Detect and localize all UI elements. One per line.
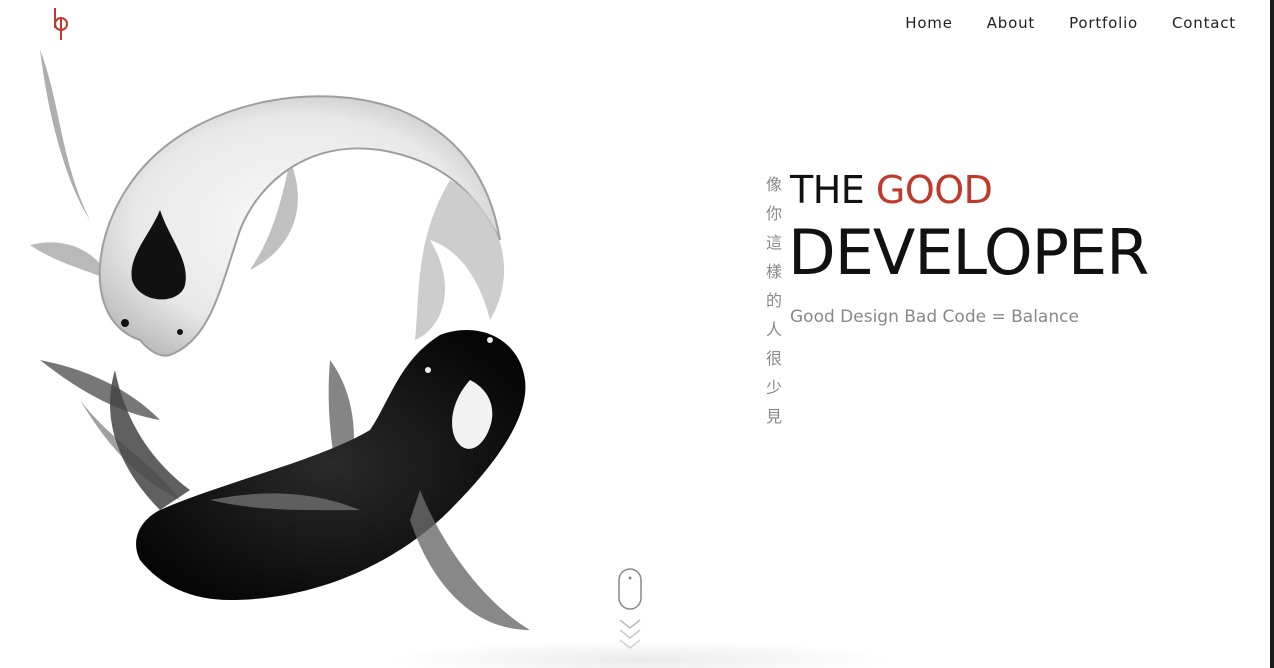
- headline-title: THE GOOD: [790, 168, 993, 212]
- bottom-shadow: [380, 640, 900, 668]
- koi-fish-illustration: [30, 50, 530, 630]
- vertical-tagline: 像你這樣的人很少見: [765, 175, 782, 426]
- nav-about[interactable]: About: [987, 14, 1035, 32]
- logo[interactable]: bp: [48, 6, 78, 42]
- nav-home[interactable]: Home: [905, 14, 953, 32]
- headline-accent: GOOD: [875, 168, 993, 212]
- nav-contact[interactable]: Contact: [1172, 14, 1236, 32]
- nav-portfolio[interactable]: Portfolio: [1069, 14, 1138, 32]
- main-nav: Home About Portfolio Contact: [905, 14, 1236, 32]
- tagline: Good Design Bad Code = Balance: [790, 307, 1079, 327]
- black-koi: [40, 330, 530, 630]
- headline-prefix: THE: [790, 168, 876, 212]
- scrollbar-edge[interactable]: [1270, 0, 1274, 668]
- headline-main: DEVELOPER: [788, 216, 1149, 289]
- page: bp Home About Portfolio Contact: [0, 0, 1274, 668]
- white-koi: [30, 50, 505, 357]
- logo-icon: [54, 8, 68, 40]
